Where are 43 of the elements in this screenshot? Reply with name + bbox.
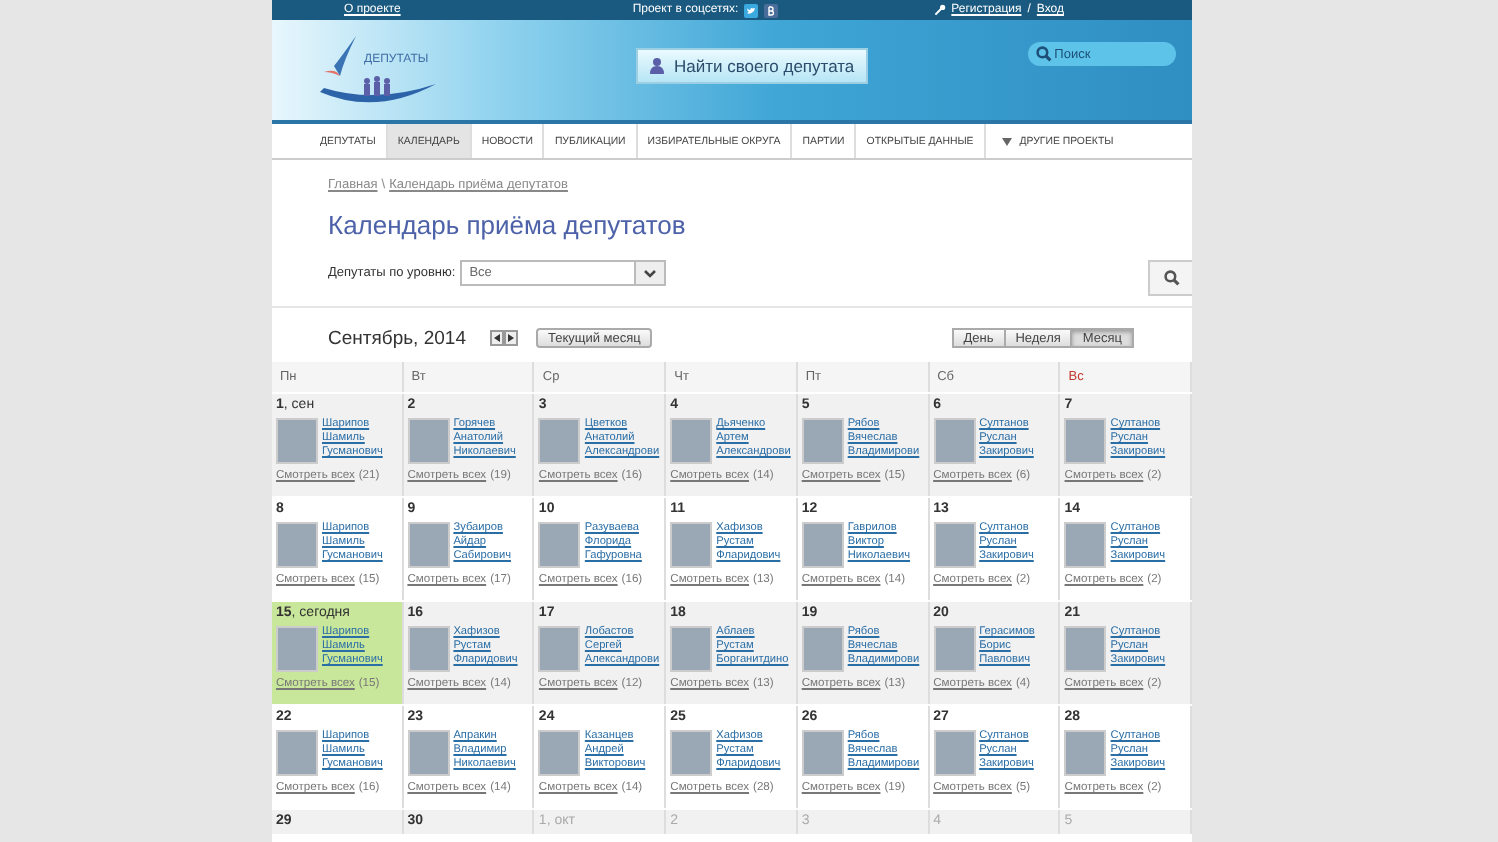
find-deputy-button[interactable]: Найти своего депутата [636,48,869,84]
photo-placeholder [538,730,581,776]
key-icon [933,4,946,16]
chevron-down-icon [643,269,656,277]
photo-placeholder [407,418,450,464]
photo-placeholder [801,522,844,568]
photo-placeholder [407,522,450,568]
photo-placeholder [276,418,318,464]
search-icon [1163,270,1179,286]
caret-down-icon [1001,137,1012,145]
search-icon [1036,46,1053,62]
photo-placeholder [801,418,844,464]
photo-placeholder [276,522,318,568]
photo-placeholder [801,626,844,672]
page-title: Календарь приёма депутатов [328,210,688,240]
photo-placeholder [670,730,713,776]
photo-placeholder [670,626,713,672]
right-arrow-icon [507,334,514,342]
vk-icon[interactable] [764,3,779,17]
photo-placeholder [670,522,713,568]
photo-placeholder [933,418,976,464]
logo-drawing [316,32,440,108]
photo-placeholder [933,626,976,672]
photo-placeholder [276,730,318,776]
left-arrow-icon [493,334,500,342]
month-title: Сентябрь, 2014 [328,327,466,349]
photo-placeholder [670,418,713,464]
photo-placeholder [1064,522,1107,568]
search-button[interactable] [1148,260,1192,296]
photo-placeholder [933,730,976,776]
photo-placeholder [933,522,976,568]
photo-placeholder [538,418,581,464]
photo-placeholder [1064,626,1107,672]
bird-icon[interactable] [744,3,759,17]
photo-placeholder [407,626,450,672]
photo-placeholder [1064,730,1107,776]
photo-placeholder [1064,418,1107,464]
photo-placeholder [801,730,844,776]
photo-placeholder [538,522,581,568]
photo-placeholder [276,626,318,672]
person-icon [650,58,664,74]
photo-placeholder [407,730,450,776]
photo-placeholder [538,626,581,672]
